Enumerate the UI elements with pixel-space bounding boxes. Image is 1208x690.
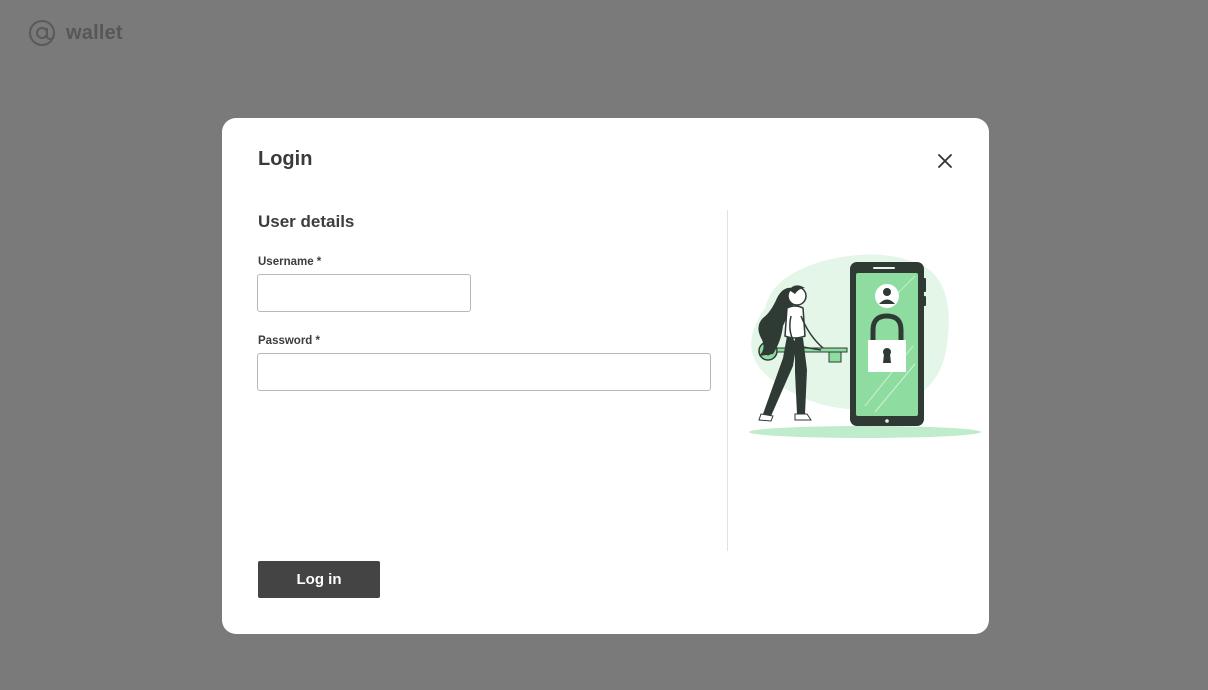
- login-button[interactable]: Log in: [258, 561, 380, 598]
- modal-title: Login: [258, 148, 313, 170]
- unlock-illustration: [749, 254, 981, 438]
- password-field[interactable]: [257, 353, 711, 391]
- at-sign-icon: [29, 20, 55, 46]
- username-field[interactable]: [257, 274, 471, 312]
- close-button[interactable]: [934, 150, 956, 172]
- divider: [727, 210, 728, 551]
- section-title: User details: [258, 212, 355, 231]
- brand-logo[interactable]: wallet: [28, 18, 123, 48]
- close-icon: [938, 154, 952, 168]
- brand-name: wallet: [66, 21, 123, 44]
- login-modal: Login User details Username * Password *: [222, 118, 989, 634]
- username-label: Username *: [258, 256, 322, 268]
- password-label: Password *: [258, 335, 320, 347]
